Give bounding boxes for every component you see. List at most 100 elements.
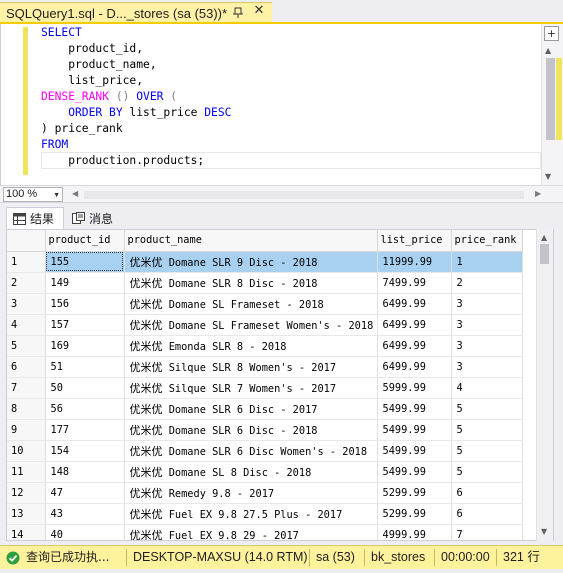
column-header[interactable]: product_id bbox=[45, 230, 125, 252]
scroll-right-icon[interactable]: ▶ bbox=[535, 189, 541, 198]
cell-product-id[interactable]: 43 bbox=[45, 503, 125, 525]
row-number[interactable]: 14 bbox=[7, 524, 46, 540]
cell-product-name[interactable]: 优米优 Remedy 9.8 - 2017 bbox=[124, 482, 378, 504]
table-row[interactable]: 1 155 优米优 Domane SLR 9 Disc - 2018 11999.99… bbox=[7, 251, 523, 273]
query-editor[interactable]: SELECT product_id, product_name, list_pr… bbox=[0, 24, 563, 185]
cell-list-price[interactable]: 5499.99 bbox=[377, 419, 452, 441]
cell-product-name[interactable]: 优米优 Domane SLR 6 Disc Women's - 2018 bbox=[124, 440, 378, 462]
grid-scroll-thumb[interactable] bbox=[540, 244, 549, 264]
cell-price-rank[interactable]: 6 bbox=[451, 482, 523, 504]
row-number[interactable]: 11 bbox=[7, 461, 46, 483]
table-row[interactable]: 12 47 优米优 Remedy 9.8 - 2017 5299.99 6 bbox=[7, 482, 523, 504]
cell-product-name[interactable]: 优米优 Silque SLR 7 Women's - 2017 bbox=[124, 377, 378, 399]
cell-product-id[interactable]: 51 bbox=[45, 356, 125, 378]
scroll-left-icon[interactable]: ◀ bbox=[72, 189, 78, 198]
table-row[interactable]: 9 177 优米优 Domane SLR 6 Disc - 2018 5499.99 5 bbox=[7, 419, 523, 441]
cell-price-rank[interactable]: 6 bbox=[451, 503, 523, 525]
cell-list-price[interactable]: 5299.99 bbox=[377, 503, 452, 525]
cell-product-name[interactable]: 优米优 Domane SLR 6 Disc - 2018 bbox=[124, 419, 378, 441]
pin-icon[interactable] bbox=[231, 5, 245, 19]
cell-product-name[interactable]: 优米优 Domane SL 8 Disc - 2018 bbox=[124, 461, 378, 483]
column-header[interactable]: list_price bbox=[377, 230, 452, 252]
cell-price-rank[interactable]: 5 bbox=[451, 419, 523, 441]
sql-code[interactable]: SELECT product_id, product_name, list_pr… bbox=[41, 25, 231, 169]
cell-product-id[interactable]: 40 bbox=[45, 524, 125, 540]
cell-product-id[interactable]: 47 bbox=[45, 482, 125, 504]
cell-price-rank[interactable]: 3 bbox=[451, 293, 523, 315]
row-number[interactable]: 8 bbox=[7, 398, 46, 420]
row-number[interactable]: 1 bbox=[7, 251, 46, 273]
cell-product-id[interactable]: 56 bbox=[45, 398, 125, 420]
cell-product-id[interactable]: 177 bbox=[45, 419, 125, 441]
row-number[interactable]: 5 bbox=[7, 335, 46, 357]
cell-product-name[interactable]: 优米优 Domane SL Frameset Women's - 2018 bbox=[124, 314, 378, 336]
cell-price-rank[interactable]: 3 bbox=[451, 335, 523, 357]
table-row[interactable]: 14 40 优米优 Fuel EX 9.8 29 - 2017 4999.99 7 bbox=[7, 524, 523, 540]
cell-list-price[interactable]: 5499.99 bbox=[377, 398, 452, 420]
table-row[interactable]: 8 56 优米优 Domane SLR 6 Disc - 2017 5499.99 5 bbox=[7, 398, 523, 420]
cell-product-id[interactable]: 50 bbox=[45, 377, 125, 399]
cell-product-name[interactable]: 优米优 Domane SLR 6 Disc - 2017 bbox=[124, 398, 378, 420]
cell-product-id[interactable]: 169 bbox=[45, 335, 125, 357]
table-row[interactable]: 10 154 优米优 Domane SLR 6 Disc Women's - 201… bbox=[7, 440, 523, 462]
cell-price-rank[interactable]: 1 bbox=[451, 251, 523, 273]
scroll-up-icon[interactable]: ▲ bbox=[541, 233, 547, 242]
cell-price-rank[interactable]: 5 bbox=[451, 398, 523, 420]
table-row[interactable]: 11 148 优米优 Domane SL 8 Disc - 2018 5499.99 5 bbox=[7, 461, 523, 483]
row-number[interactable]: 9 bbox=[7, 419, 46, 441]
row-number[interactable]: 3 bbox=[7, 293, 46, 315]
row-number[interactable]: 12 bbox=[7, 482, 46, 504]
cell-list-price[interactable]: 6499.99 bbox=[377, 356, 452, 378]
row-number[interactable]: 7 bbox=[7, 377, 46, 399]
cell-product-name[interactable]: 优米优 Fuel EX 9.8 27.5 Plus - 2017 bbox=[124, 503, 378, 525]
cell-list-price[interactable]: 6499.99 bbox=[377, 314, 452, 336]
column-header[interactable]: price_rank bbox=[451, 230, 523, 252]
cell-list-price[interactable]: 6499.99 bbox=[377, 335, 452, 357]
zoom-select[interactable]: 100 % ▼ bbox=[3, 187, 63, 202]
cell-product-id[interactable]: 149 bbox=[45, 272, 125, 294]
cell-product-id[interactable]: 148 bbox=[45, 461, 125, 483]
scroll-up-icon[interactable]: ▲ bbox=[545, 46, 551, 55]
tab-messages[interactable]: 消息 bbox=[66, 207, 122, 229]
cell-list-price[interactable]: 5499.99 bbox=[377, 440, 452, 462]
table-row[interactable]: 7 50 优米优 Silque SLR 7 Women's - 2017 5999.9… bbox=[7, 377, 523, 399]
cell-product-name[interactable]: 优米优 Domane SL Frameset - 2018 bbox=[124, 293, 378, 315]
cell-list-price[interactable]: 5999.99 bbox=[377, 377, 452, 399]
row-number[interactable]: 13 bbox=[7, 503, 46, 525]
results-grid[interactable]: product_id product_name list_price price… bbox=[6, 229, 554, 541]
row-number[interactable]: 2 bbox=[7, 272, 46, 294]
table-row[interactable]: 13 43 优米优 Fuel EX 9.8 27.5 Plus - 2017 5299… bbox=[7, 503, 523, 525]
row-number-header[interactable] bbox=[7, 230, 46, 252]
cell-list-price[interactable]: 11999.99 bbox=[377, 251, 452, 273]
row-number[interactable]: 6 bbox=[7, 356, 46, 378]
cell-product-name[interactable]: 优米优 Domane SLR 8 Disc - 2018 bbox=[124, 272, 378, 294]
cell-list-price[interactable]: 7499.99 bbox=[377, 272, 452, 294]
cell-list-price[interactable]: 4999.99 bbox=[377, 524, 452, 540]
cell-price-rank[interactable]: 5 bbox=[451, 440, 523, 462]
cell-product-id[interactable]: 156 bbox=[45, 293, 125, 315]
cell-product-id[interactable]: 155 bbox=[45, 251, 125, 273]
table-row[interactable]: 5 169 优米优 Emonda SLR 8 - 2018 6499.99 3 bbox=[7, 335, 523, 357]
table-row[interactable]: 6 51 优米优 Silque SLR 8 Women's - 2017 6499.9… bbox=[7, 356, 523, 378]
cell-product-name[interactable]: 优米优 Emonda SLR 8 - 2018 bbox=[124, 335, 378, 357]
cell-list-price[interactable]: 5299.99 bbox=[377, 482, 452, 504]
editor-horizontal-scrollbar[interactable] bbox=[84, 191, 524, 199]
chevron-down-icon[interactable]: ▼ bbox=[53, 189, 60, 202]
cell-product-name[interactable]: 优米优 Silque SLR 8 Women's - 2017 bbox=[124, 356, 378, 378]
table-row[interactable]: 4 157 优米优 Domane SL Frameset Women's - 201… bbox=[7, 314, 523, 336]
column-header[interactable]: product_name bbox=[124, 230, 378, 252]
cell-price-rank[interactable]: 5 bbox=[451, 461, 523, 483]
grid-vertical-scrollbar[interactable] bbox=[536, 229, 553, 541]
cell-list-price[interactable]: 5499.99 bbox=[377, 461, 452, 483]
scroll-down-icon[interactable]: ▼ bbox=[545, 172, 551, 181]
scroll-down-icon[interactable]: ▼ bbox=[541, 527, 547, 536]
cell-product-id[interactable]: 154 bbox=[45, 440, 125, 462]
cell-list-price[interactable]: 6499.99 bbox=[377, 293, 452, 315]
table-row[interactable]: 2 149 优米优 Domane SLR 8 Disc - 2018 7499.99 2 bbox=[7, 272, 523, 294]
editor-scroll-thumb[interactable] bbox=[546, 58, 555, 140]
tab-results[interactable]: 结果 bbox=[6, 207, 64, 229]
split-editor-button[interactable]: + bbox=[544, 26, 559, 41]
row-number[interactable]: 4 bbox=[7, 314, 46, 336]
close-icon[interactable]: ✕ bbox=[251, 3, 267, 19]
row-number[interactable]: 10 bbox=[7, 440, 46, 462]
